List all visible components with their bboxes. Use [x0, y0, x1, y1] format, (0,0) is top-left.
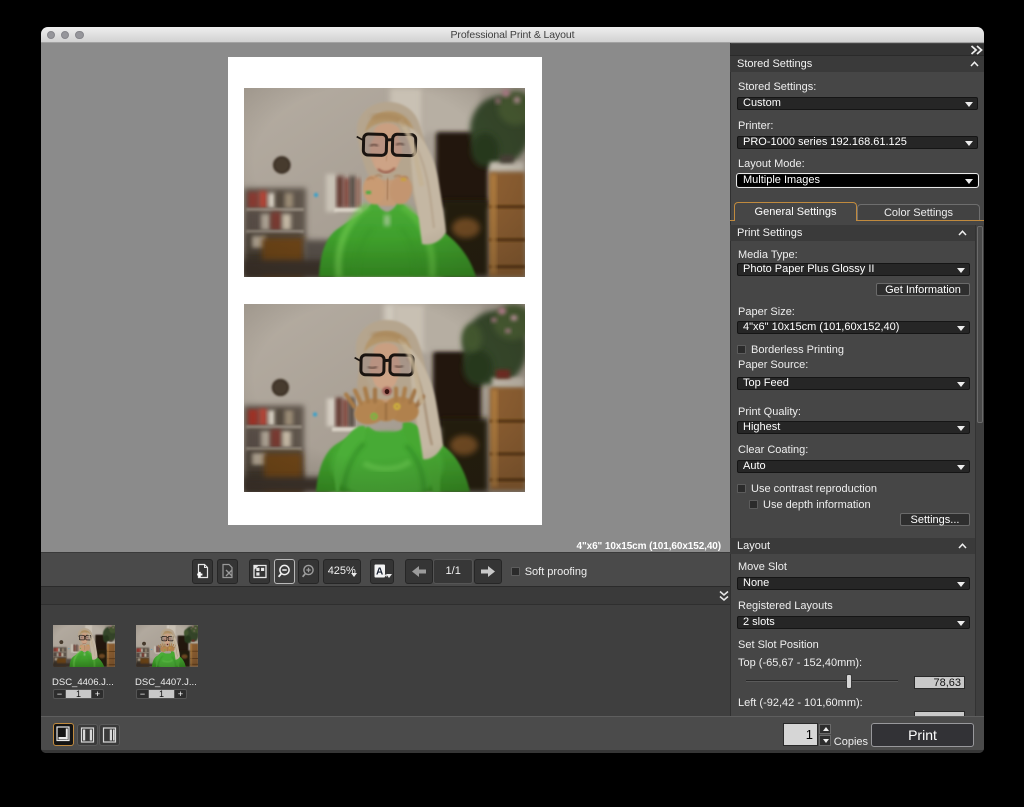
svg-text:A: A: [375, 567, 382, 578]
